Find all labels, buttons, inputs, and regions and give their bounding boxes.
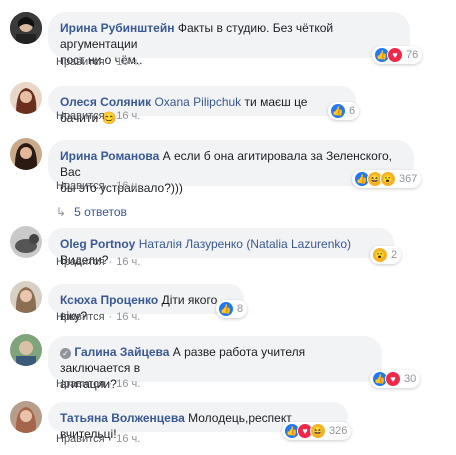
reply-arrow-icon: ↳ <box>56 205 67 219</box>
reaction-summary[interactable]: 😮 2 <box>370 246 402 264</box>
haha-reaction-icon: 😆 <box>310 423 326 439</box>
like-reaction-icon: 👍 <box>330 103 346 119</box>
view-replies-link[interactable]: ↳ 5 ответов <box>56 205 127 219</box>
reaction-summary[interactable]: 👍 ♥ 30 <box>370 370 421 388</box>
reaction-count: 30 <box>404 373 417 385</box>
timestamp[interactable]: 16 ч. <box>116 311 140 323</box>
reaction-summary[interactable]: 👍 ♥ 😆 326 <box>282 422 352 440</box>
avatar[interactable] <box>10 82 42 114</box>
timestamp[interactable]: 16 ч. <box>116 256 140 268</box>
tagged-user[interactable]: Наталія Лазуренко (Natalia Lazurenko) <box>139 237 351 251</box>
like-button[interactable]: Нравится <box>56 378 105 390</box>
comment-bubble: ✓ Галина Зайцева А разве работа учителя … <box>48 336 382 391</box>
comment-bubble: Oleg Portnoy Наталія Лазуренко (Natalia … <box>48 228 394 267</box>
reaction-count: 76 <box>406 49 419 61</box>
comment-author[interactable]: Ксюха Проценко <box>60 293 158 307</box>
love-reaction-icon: ♥ <box>385 371 401 387</box>
comment-actions: Нравится · 16 ч. <box>56 311 141 323</box>
reaction-summary[interactable]: 👍 8 <box>216 300 248 318</box>
like-button[interactable]: Нравится <box>56 433 105 445</box>
reaction-count: 8 <box>237 303 244 315</box>
comment-bubble: Ксюха Проценко Діти якого віку? <box>48 284 244 323</box>
like-button[interactable]: Нравится <box>56 256 105 268</box>
replies-count[interactable]: 5 ответов <box>74 205 127 219</box>
comment-author[interactable]: Олеся Соляник <box>60 95 151 109</box>
like-button[interactable]: Нравится <box>56 311 105 323</box>
comment-author[interactable]: Галина Зайцева <box>74 345 169 359</box>
avatar[interactable] <box>10 281 42 313</box>
reaction-count: 367 <box>399 173 418 185</box>
verified-check-icon: ✓ <box>60 348 71 359</box>
timestamp[interactable]: 16 ч. <box>116 56 140 68</box>
avatar[interactable] <box>10 401 42 433</box>
avatar[interactable] <box>10 12 42 44</box>
comment-bubble: Ирина Рубинштейн Факты в студию. Без чёт… <box>48 12 410 67</box>
like-reaction-icon: 👍 <box>218 301 234 317</box>
comment-actions: Нравится · 16 ч. <box>56 110 141 122</box>
avatar[interactable] <box>10 334 42 366</box>
comment-actions: Нравится · 16 ч. <box>56 433 141 445</box>
reaction-count: 2 <box>391 249 398 261</box>
reaction-summary[interactable]: 👍 6 <box>328 102 360 120</box>
comment-actions: Нравится · 16 ч. <box>56 180 141 192</box>
like-button[interactable]: Нравится <box>56 110 105 122</box>
like-button[interactable]: Нравится <box>56 56 105 68</box>
wow-reaction-icon: 😮 <box>372 247 388 263</box>
like-button[interactable]: Нравится <box>56 180 105 192</box>
reaction-count: 326 <box>329 425 348 437</box>
timestamp[interactable]: 16 ч. <box>116 378 140 390</box>
reaction-count: 6 <box>349 105 356 117</box>
comment-author[interactable]: Татьяна Волженцева <box>60 411 185 425</box>
comment-author[interactable]: Ирина Рубинштейн <box>60 21 174 35</box>
comment-actions: Нравится · 16 ч. <box>56 378 141 390</box>
comment-actions: Нравится · 16 ч. <box>56 256 141 268</box>
timestamp[interactable]: 16 ч. <box>116 433 140 445</box>
reaction-summary[interactable]: 👍 ♥ 76 <box>372 46 423 64</box>
timestamp[interactable]: 16 ч. <box>116 180 140 192</box>
comment-actions: Нравится · 16 ч. <box>56 56 141 68</box>
timestamp[interactable]: 16 ч. <box>116 110 140 122</box>
comment-author[interactable]: Ирина Романова <box>60 149 159 163</box>
comment-author[interactable]: Oleg Portnoy <box>60 237 135 251</box>
wow-reaction-icon: 😮 <box>380 171 396 187</box>
avatar[interactable] <box>10 138 42 170</box>
reaction-summary[interactable]: 👍 😆 😮 367 <box>352 170 422 188</box>
avatar[interactable] <box>10 226 42 258</box>
love-reaction-icon: ♥ <box>387 47 403 63</box>
tagged-user[interactable]: Oxana Pilipchuk <box>154 95 241 109</box>
